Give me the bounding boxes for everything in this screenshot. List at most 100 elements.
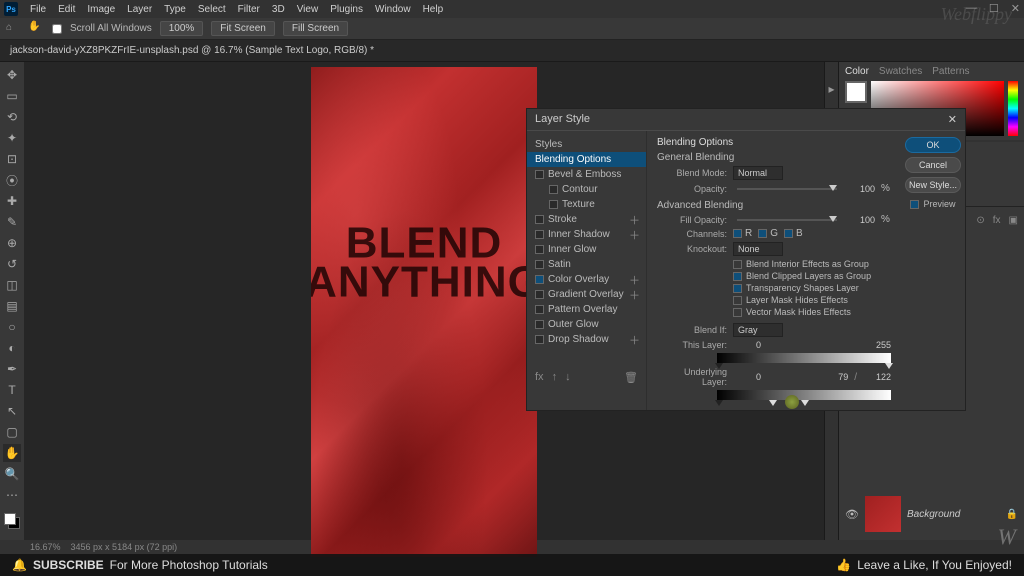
fx-icon[interactable]: fx [993,215,1001,226]
fit-screen-button[interactable]: Fit Screen [211,21,275,36]
menu-view[interactable]: View [297,4,319,15]
scroll-all-checkbox[interactable] [52,24,62,34]
vector-mask-hides-checkbox[interactable] [733,308,742,317]
style-outer-glow[interactable]: Outer Glow [527,317,646,332]
color-swatch[interactable] [4,513,20,529]
marquee-tool[interactable]: ▭ [3,87,21,105]
history-brush-tool[interactable]: ↺ [3,255,21,273]
fill-screen-button[interactable]: Fill Screen [283,21,348,36]
filter-icon[interactable]: ⊙ [976,215,984,226]
hue-slider[interactable] [1008,81,1018,136]
menu-window[interactable]: Window [375,4,411,15]
style-satin[interactable]: Satin [527,257,646,272]
opacity-value[interactable]: 100 [847,184,875,194]
healing-tool[interactable]: ✚ [3,192,21,210]
layer-thumbnail[interactable] [865,496,901,532]
wand-tool[interactable]: ✦ [3,129,21,147]
underlying-layer-slider[interactable] [717,390,891,400]
menu-3d[interactable]: 3D [272,4,285,15]
shape-tool[interactable]: ▢ [3,423,21,441]
menu-bar: Ps File Edit Image Layer Type Select Fil… [0,0,1024,18]
fx-menu-icon[interactable]: fx [535,371,544,384]
gradient-tool[interactable]: ▤ [3,297,21,315]
this-layer-hi: 255 [863,340,891,350]
lasso-tool[interactable]: ⟲ [3,108,21,126]
trash-icon[interactable]: 🗑 [624,371,638,384]
menu-layer[interactable]: Layer [127,4,152,15]
canvas-text: BLEND ANYTHING [311,224,537,301]
opacity-slider[interactable] [737,188,837,190]
eraser-tool[interactable]: ◫ [3,276,21,294]
tab-color[interactable]: Color [845,66,869,77]
knockout-select[interactable]: None [733,242,783,256]
blur-tool[interactable]: ○ [3,318,21,336]
mask-icon[interactable]: ▣ [1009,215,1018,226]
menu-plugins[interactable]: Plugins [330,4,363,15]
hand-tool-icon[interactable]: ✋ [28,21,44,37]
transparency-shapes-checkbox[interactable] [733,284,742,293]
menu-help[interactable]: Help [423,4,444,15]
type-tool[interactable]: T [3,381,21,399]
layer-mask-hides-checkbox[interactable] [733,296,742,305]
menu-select[interactable]: Select [198,4,226,15]
path-tool[interactable]: ↖ [3,402,21,420]
style-stroke[interactable]: Stroke＋ [527,212,646,227]
this-layer-slider[interactable] [717,353,891,363]
blend-mode-select[interactable]: Normal [733,166,783,180]
menu-image[interactable]: Image [87,4,115,15]
style-up-icon[interactable]: ↑ [552,371,558,384]
brush-tool[interactable]: ✎ [3,213,21,231]
edit-toolbar[interactable]: ⋯ [3,486,21,504]
ok-button[interactable]: OK [905,137,961,153]
style-texture[interactable]: Texture [527,197,646,212]
style-down-icon[interactable]: ↓ [565,371,571,384]
panel-icon-1[interactable]: ▸ [828,82,834,96]
visibility-icon[interactable]: 👁 [845,508,859,521]
fg-color-swatch[interactable] [845,81,867,103]
menu-edit[interactable]: Edit [58,4,75,15]
zoom-level[interactable]: 16.67% [30,542,61,552]
style-drop-shadow[interactable]: Drop Shadow＋ [527,332,646,347]
channel-b-checkbox[interactable] [784,229,793,238]
document-canvas[interactable]: BLEND ANYTHING [311,67,537,557]
style-pattern-overlay[interactable]: Pattern Overlay [527,302,646,317]
layer-row-background[interactable]: 👁 Background 🔒 [845,492,1018,536]
lock-icon[interactable]: 🔒 [1006,509,1018,520]
new-style-button[interactable]: New Style... [905,177,961,193]
styles-header: Styles [527,137,646,152]
blend-clipped-checkbox[interactable] [733,272,742,281]
style-inner-glow[interactable]: Inner Glow [527,242,646,257]
cancel-button[interactable]: Cancel [905,157,961,173]
style-color-overlay[interactable]: Color Overlay＋ [527,272,646,287]
fill-opacity-slider[interactable] [737,219,837,221]
crop-tool[interactable]: ⊡ [3,150,21,168]
tab-patterns[interactable]: Patterns [932,66,969,77]
hand-tool[interactable]: ✋ [3,444,21,462]
blend-if-select[interactable]: Gray [733,323,783,337]
pen-tool[interactable]: ✒ [3,360,21,378]
eyedropper-tool[interactable]: ⦿ [3,171,21,189]
style-inner-shadow[interactable]: Inner Shadow＋ [527,227,646,242]
menu-file[interactable]: File [30,4,46,15]
fill-opacity-value[interactable]: 100 [847,215,875,225]
preview-checkbox[interactable] [910,200,919,209]
style-gradient-overlay[interactable]: Gradient Overlay＋ [527,287,646,302]
blend-interior-checkbox[interactable] [733,260,742,269]
zoom-tool[interactable]: 🔍 [3,465,21,483]
zoom-100-button[interactable]: 100% [160,21,204,36]
close-icon[interactable]: ✕ [1011,2,1020,15]
home-icon[interactable]: ⌂ [6,22,20,36]
menu-type[interactable]: Type [164,4,186,15]
document-tab[interactable]: jackson-david-yXZ8PKZFrIE-unsplash.psd @… [0,40,1024,62]
stamp-tool[interactable]: ⊕ [3,234,21,252]
move-tool[interactable]: ✥ [3,66,21,84]
tab-swatches[interactable]: Swatches [879,66,922,77]
dialog-close-icon[interactable]: ✕ [948,113,957,126]
style-blending-options[interactable]: Blending Options [527,152,646,167]
style-contour[interactable]: Contour [527,182,646,197]
menu-filter[interactable]: Filter [238,4,260,15]
style-bevel-emboss[interactable]: Bevel & Emboss [527,167,646,182]
channel-g-checkbox[interactable] [758,229,767,238]
dodge-tool[interactable]: ◐ [3,339,21,357]
channel-r-checkbox[interactable] [733,229,742,238]
